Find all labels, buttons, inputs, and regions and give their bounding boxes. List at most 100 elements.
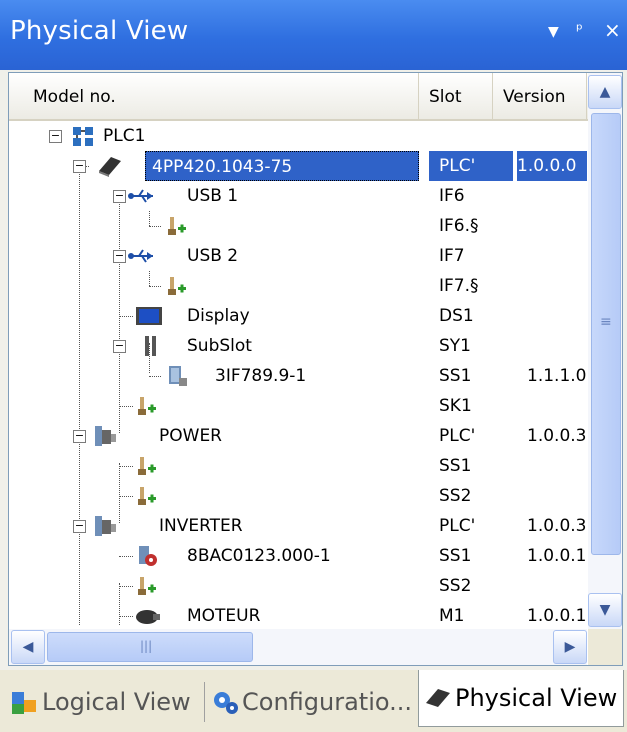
- row-slot: IF6.§: [439, 216, 479, 236]
- panel-pc-icon: [99, 157, 121, 177]
- vertical-scrollbar[interactable]: ▲ ≡ ▼: [588, 73, 622, 629]
- tree-line: [119, 556, 133, 557]
- tree-line: [119, 466, 133, 467]
- row-slot: SS2: [439, 486, 472, 506]
- tree-line: [119, 316, 133, 317]
- view-tab-strip: Logical View Configuratio... Physical Vi…: [0, 670, 627, 732]
- tree-body: − PLC1 − 4PP420.1043-75 PLC' 1.0.0.0 − U…: [9, 121, 587, 625]
- scroll-corner: [588, 629, 622, 665]
- row-slot: SS1: [439, 456, 472, 476]
- collapse-icon[interactable]: −: [73, 430, 86, 443]
- row-version: 1.0.0.0: [517, 151, 587, 181]
- row-name: USB 1: [187, 186, 239, 206]
- tree-row-power-ss1[interactable]: SS1: [9, 451, 587, 481]
- row-slot: SS1: [439, 366, 472, 386]
- tree-row-subslot[interactable]: − SubSlot SY1: [9, 331, 587, 361]
- tree-row-8bac[interactable]: 8BAC0123.000-1 SS1 1.0.0.1: [9, 541, 587, 571]
- tree-row-usb2[interactable]: − USB 2 IF7: [9, 241, 587, 271]
- plugin-card-icon: [139, 546, 157, 566]
- close-icon[interactable]: ×: [604, 18, 621, 42]
- empty-slot-icon: [138, 457, 156, 475]
- row-version: 1.0.0.1: [527, 606, 587, 625]
- empty-slot-icon: [138, 397, 156, 415]
- row-slot: PLC': [429, 151, 513, 181]
- row-name: PLC1: [103, 126, 146, 146]
- column-version[interactable]: Version: [493, 73, 587, 119]
- tree-row-4pp420[interactable]: − 4PP420.1043-75 PLC' 1.0.0.0: [9, 151, 587, 181]
- pin-icon[interactable]: ᵖ: [576, 18, 583, 42]
- row-slot: PLC': [439, 426, 476, 446]
- hscroll-thumb[interactable]: |||: [47, 632, 253, 662]
- row-name: SubSlot: [187, 336, 252, 356]
- row-name: 3IF789.9-1: [215, 366, 307, 386]
- row-name: POWER: [159, 426, 222, 446]
- row-name: USB 2: [187, 246, 239, 266]
- row-name: MOTEUR: [187, 606, 261, 625]
- row-name: 8BAC0123.000-1: [187, 546, 331, 566]
- row-slot: SK1: [439, 396, 472, 416]
- collapse-icon[interactable]: −: [73, 160, 86, 173]
- row-slot: SY1: [439, 336, 471, 356]
- tab-divider: [204, 682, 205, 722]
- usb-icon: [128, 189, 153, 203]
- row-version: 1.1.1.0: [527, 366, 587, 386]
- scroll-right-button[interactable]: ▶: [553, 630, 587, 664]
- tree-row-3if789[interactable]: 3IF789.9-1 SS1 1.1.1.0: [9, 361, 587, 391]
- window-title: Physical View: [10, 16, 189, 46]
- configuration-icon: [214, 692, 238, 714]
- row-slot: IF6: [439, 186, 465, 206]
- tree-row-plc1[interactable]: − PLC1: [9, 121, 587, 151]
- column-slot[interactable]: Slot: [419, 73, 493, 119]
- empty-slot-icon: [138, 487, 156, 505]
- tree-row-if7-slot[interactable]: IF7.§: [9, 271, 587, 301]
- logical-view-icon: [12, 692, 36, 714]
- row-name: Display: [187, 306, 250, 326]
- row-version: 1.0.0.3: [527, 426, 587, 446]
- tree-line: [119, 616, 133, 617]
- tree-row-if6-slot[interactable]: IF6.§: [9, 211, 587, 241]
- tab-physical-view[interactable]: Physical View: [418, 670, 624, 727]
- collapse-icon[interactable]: −: [49, 130, 62, 143]
- tree-row-power[interactable]: − POWER PLC' 1.0.0.3: [9, 421, 587, 451]
- tree-line: [149, 376, 161, 377]
- scroll-down-button[interactable]: ▼: [588, 593, 622, 627]
- scroll-up-button[interactable]: ▲: [588, 75, 622, 109]
- row-slot: DS1: [439, 306, 474, 326]
- row-slot: SS1: [439, 546, 472, 566]
- tree-row-display[interactable]: Display DS1: [9, 301, 587, 331]
- row-slot: IF7: [439, 246, 465, 266]
- scroll-thumb[interactable]: ≡: [591, 113, 621, 555]
- physical-view-icon: [426, 689, 450, 707]
- tree-row-sk1[interactable]: SK1: [9, 391, 587, 421]
- tree-row-inverter-ss2[interactable]: SS2: [9, 571, 587, 601]
- collapse-icon[interactable]: −: [73, 520, 86, 533]
- tab-configuration[interactable]: Configuratio...: [208, 680, 414, 724]
- tree-line: [119, 496, 133, 497]
- dropdown-icon[interactable]: ▼: [548, 20, 559, 44]
- row-slot: IF7.§: [439, 276, 479, 296]
- tree-line: [149, 226, 161, 227]
- empty-slot-icon: [168, 217, 186, 235]
- tab-logical-view[interactable]: Logical View: [8, 680, 204, 724]
- row-name: 4PP420.1043-75: [145, 151, 419, 181]
- tree-row-inverter[interactable]: − INVERTER PLC' 1.0.0.3: [9, 511, 587, 541]
- tree-row-moteur[interactable]: MOTEUR M1 1.0.0.1: [9, 601, 587, 625]
- tree-row-usb1[interactable]: − USB 1 IF6: [9, 181, 587, 211]
- tab-label: Logical View: [42, 688, 191, 716]
- column-model[interactable]: Model no.: [9, 73, 419, 119]
- tree-row-power-ss2[interactable]: SS2: [9, 481, 587, 511]
- power-module-icon: [95, 426, 116, 446]
- collapse-icon[interactable]: −: [113, 190, 126, 203]
- row-version: [517, 181, 587, 211]
- collapse-icon[interactable]: −: [113, 340, 126, 353]
- module-icon: [169, 366, 187, 386]
- horizontal-scrollbar[interactable]: ◀ ||| ▶: [9, 629, 587, 665]
- scroll-left-button[interactable]: ◀: [11, 630, 45, 664]
- tree-list-panel: Model no. Slot Version − PLC1 − 4PP420.1…: [8, 72, 623, 666]
- hscroll-grip-icon: |||: [140, 639, 153, 653]
- display-icon: [136, 307, 162, 325]
- tree-line: [149, 271, 150, 286]
- tree-line: [149, 286, 161, 287]
- row-slot: SS2: [439, 576, 472, 596]
- collapse-icon[interactable]: −: [113, 250, 126, 263]
